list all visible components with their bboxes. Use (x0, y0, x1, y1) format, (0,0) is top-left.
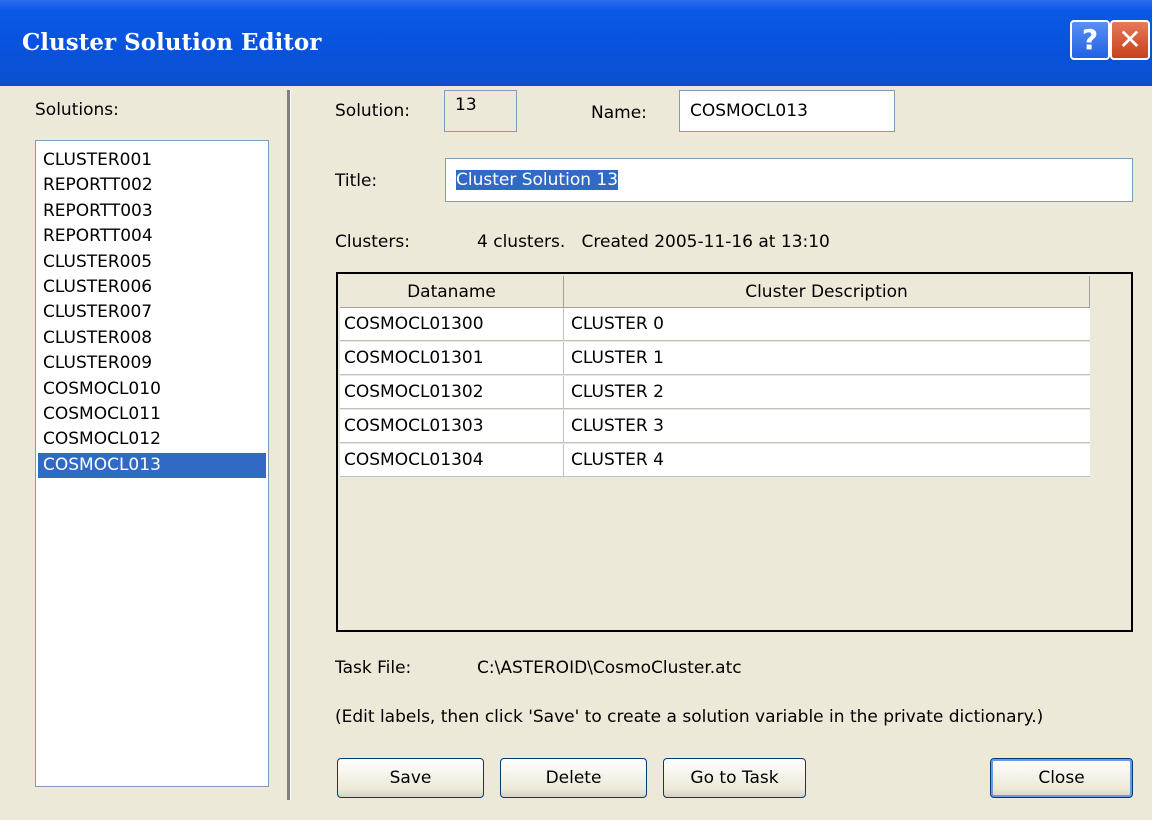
task-file-path: C:\ASTEROID\CosmoCluster.atc (477, 658, 742, 678)
cell-dataname[interactable]: COSMOCL01303 (340, 410, 564, 442)
title-bar[interactable]: Cluster Solution Editor ? ✕ (0, 0, 1152, 86)
task-file-label: Task File: (335, 658, 412, 678)
clusters-table[interactable]: Dataname Cluster Description COSMOCL0130… (336, 272, 1133, 632)
close-icon: ✕ (1118, 23, 1142, 56)
window-title: Cluster Solution Editor (22, 29, 322, 56)
help-icon: ? (1081, 23, 1099, 56)
table-row[interactable]: COSMOCL01300 CLUSTER 0 (340, 308, 1090, 341)
table-row[interactable]: COSMOCL01302 CLUSTER 2 (340, 376, 1090, 409)
list-item-cosmocl011[interactable]: COSMOCL011 (38, 402, 266, 427)
list-item-reportt003[interactable]: REPORTT003 (38, 199, 266, 224)
instruction-text: (Edit labels, then click 'Save' to creat… (335, 707, 1044, 727)
list-item-cosmocl012[interactable]: COSMOCL012 (38, 427, 266, 452)
solutions-listbox[interactable]: CLUSTER001 REPORTT002 REPORTT003 REPORTT004… (35, 140, 269, 787)
list-item-cluster007[interactable]: CLUSTER007 (38, 300, 266, 325)
list-item-cosmocl013[interactable]: COSMOCL013 (38, 452, 266, 478)
cluster-solution-editor-window: Cluster Solution Editor ? ✕ Solutions: C… (0, 0, 1152, 820)
cell-cluster-description[interactable]: CLUSTER 2 (564, 376, 1090, 408)
title-label: Title: (335, 171, 378, 191)
cell-cluster-description[interactable]: CLUSTER 0 (564, 308, 1090, 340)
title-input[interactable]: Cluster Solution 13 (445, 158, 1133, 202)
go-to-task-button[interactable]: Go to Task (663, 758, 806, 798)
table-row[interactable]: COSMOCL01304 CLUSTER 4 (340, 444, 1090, 477)
help-button[interactable]: ? (1070, 20, 1110, 60)
cell-dataname[interactable]: COSMOCL01304 (340, 444, 564, 476)
cell-dataname[interactable]: COSMOCL01301 (340, 342, 564, 374)
cell-dataname[interactable]: COSMOCL01302 (340, 376, 564, 408)
name-label: Name: (591, 103, 647, 123)
list-item-cluster001[interactable]: CLUSTER001 (38, 148, 266, 173)
list-item-cluster009[interactable]: CLUSTER009 (38, 351, 266, 376)
table-row[interactable]: COSMOCL01301 CLUSTER 1 (340, 342, 1090, 375)
solution-number-field: 13 (444, 90, 517, 132)
clusters-info: 4 clusters. Created 2005-11-16 at 13:10 (477, 232, 830, 252)
title-input-selected-text: Cluster Solution 13 (456, 170, 619, 190)
delete-button[interactable]: Delete (500, 758, 647, 798)
save-button[interactable]: Save (337, 758, 484, 798)
close-button[interactable]: Close (990, 758, 1133, 798)
header-dataname[interactable]: Dataname (340, 276, 564, 308)
solutions-label: Solutions: (35, 100, 119, 120)
close-window-button[interactable]: ✕ (1110, 20, 1150, 60)
list-item-cluster008[interactable]: CLUSTER008 (38, 326, 266, 351)
header-cluster-description[interactable]: Cluster Description (564, 276, 1090, 308)
list-item-cosmocl010[interactable]: COSMOCL010 (38, 377, 266, 402)
list-item-reportt004[interactable]: REPORTT004 (38, 224, 266, 249)
solution-label: Solution: (335, 101, 410, 121)
vertical-divider (287, 90, 291, 800)
list-item-cluster006[interactable]: CLUSTER006 (38, 275, 266, 300)
name-input[interactable]: COSMOCL013 (679, 90, 895, 132)
clusters-label: Clusters: (335, 232, 410, 252)
cell-dataname[interactable]: COSMOCL01300 (340, 308, 564, 340)
table-row[interactable]: COSMOCL01303 CLUSTER 3 (340, 410, 1090, 443)
cell-cluster-description[interactable]: CLUSTER 1 (564, 342, 1090, 374)
list-item-reportt002[interactable]: REPORTT002 (38, 173, 266, 198)
list-item-cluster005[interactable]: CLUSTER005 (38, 250, 266, 275)
cell-cluster-description[interactable]: CLUSTER 4 (564, 444, 1090, 476)
cell-cluster-description[interactable]: CLUSTER 3 (564, 410, 1090, 442)
